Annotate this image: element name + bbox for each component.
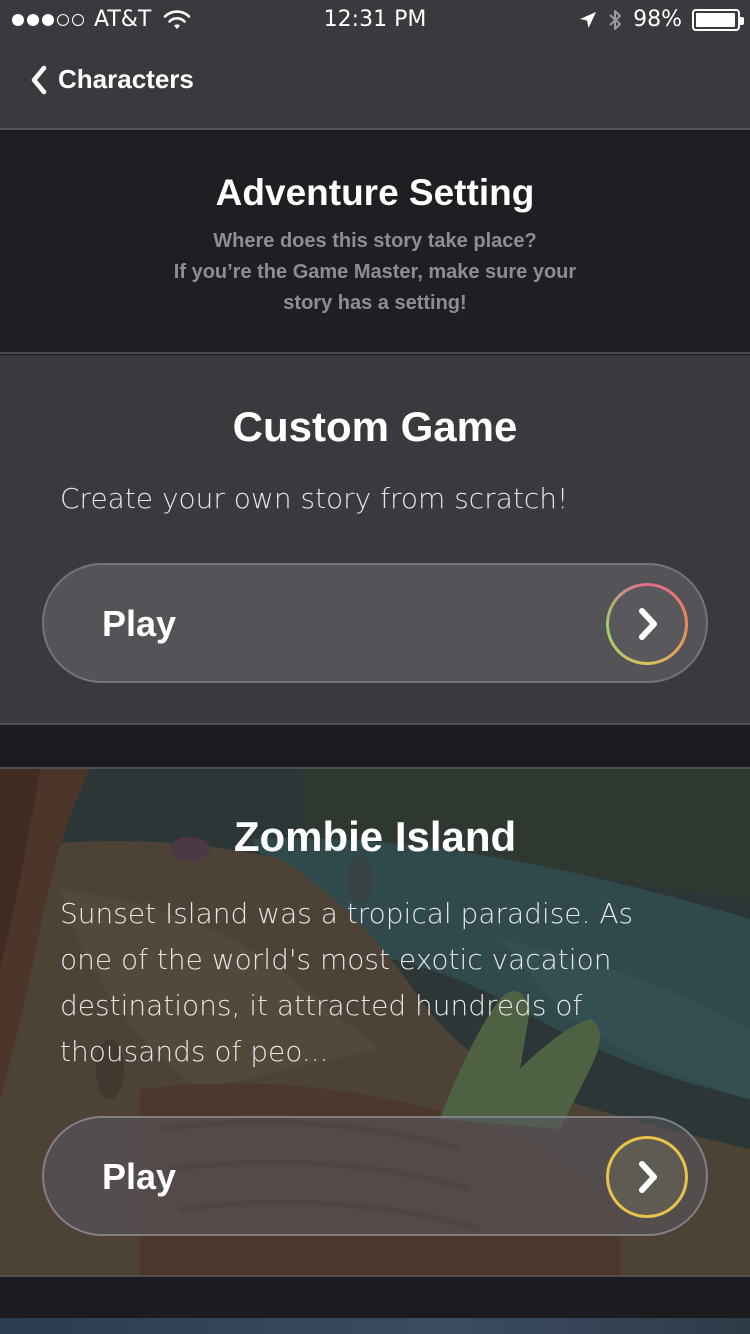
back-button[interactable]: Characters	[30, 64, 194, 95]
setting-card-next-partial[interactable]	[0, 1318, 750, 1334]
page-title: Adventure Setting	[215, 172, 535, 213]
battery-icon	[692, 8, 744, 31]
back-label: Characters	[58, 64, 194, 94]
card-title: Custom Game	[232, 403, 518, 450]
battery-fill	[696, 12, 736, 27]
card-separator	[0, 727, 750, 767]
chevron-right-icon	[606, 583, 688, 665]
card-description: Create your own story from scratch!	[60, 482, 569, 515]
status-right: 98%	[579, 7, 744, 32]
location-arrow-icon	[579, 11, 597, 29]
play-button-custom-game[interactable]: Play	[42, 563, 708, 683]
play-button-label: Play	[102, 1156, 177, 1197]
bluetooth-icon	[607, 8, 623, 32]
chevron-right-icon	[606, 1136, 688, 1218]
adventure-setting-header: Adventure Setting Where does this story …	[0, 132, 750, 354]
card-title: Zombie Island	[233, 813, 517, 860]
setting-card-custom-game: Custom Game Create your own story from s…	[0, 355, 750, 725]
play-button-zombie-island[interactable]: Play	[42, 1116, 708, 1236]
chevron-left-icon	[30, 65, 48, 95]
page-subtitle: Where does this story take place? If you…	[0, 226, 750, 319]
status-bar: AT&T 12:31 PM 98%	[0, 0, 750, 40]
screen: AT&T 12:31 PM 98% Characters Adventure S…	[0, 0, 750, 1334]
battery-percent: 98%	[633, 7, 682, 32]
subtitle-line-3: story has a setting!	[283, 292, 467, 314]
play-button-label: Play	[102, 603, 177, 644]
setting-card-zombie-island: Zombie Island Sunset Island was a tropic…	[0, 767, 750, 1277]
subtitle-line-2: If you’re the Game Master, make sure you…	[173, 261, 577, 283]
card-description: Sunset Island was a tropical paradise. A…	[60, 897, 634, 1068]
subtitle-line-1: Where does this story take place?	[213, 230, 537, 252]
top-bar: AT&T 12:31 PM 98% Characters	[0, 0, 750, 130]
